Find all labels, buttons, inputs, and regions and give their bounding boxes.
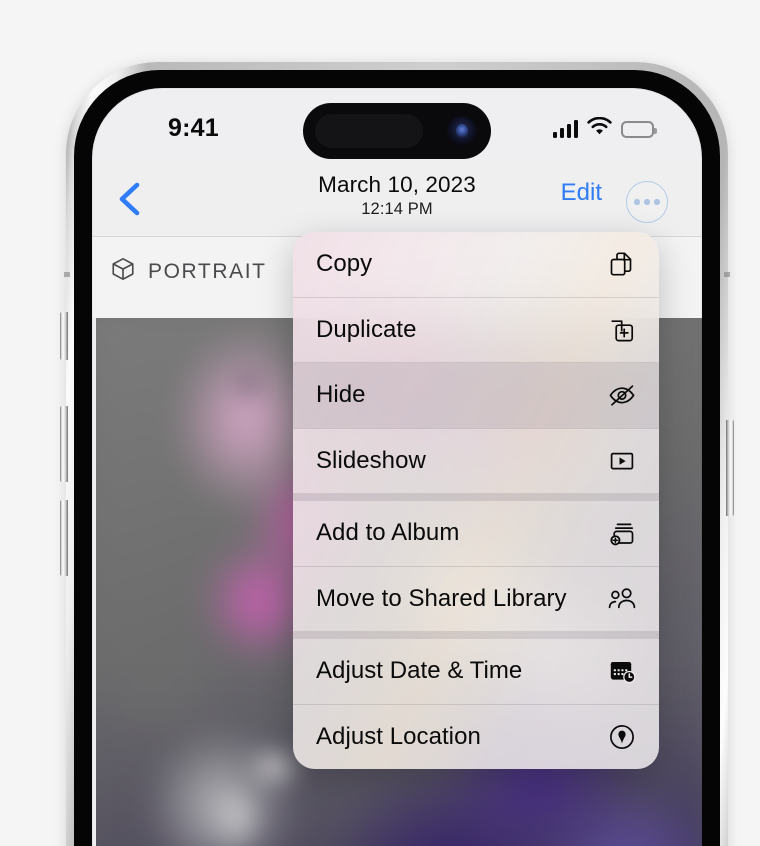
edit-button[interactable]: Edit bbox=[561, 179, 602, 207]
menu-item-add-to-album[interactable]: Add to Album bbox=[293, 501, 659, 566]
antenna-line-left bbox=[64, 272, 70, 277]
menu-item-label: Hide bbox=[316, 381, 366, 409]
action-button[interactable] bbox=[60, 312, 68, 360]
menu-item-label: Adjust Location bbox=[316, 722, 481, 750]
add-to-album-icon bbox=[607, 518, 637, 548]
menu-item-copy[interactable]: Copy bbox=[293, 232, 659, 297]
menu-item-label: Duplicate bbox=[316, 315, 417, 343]
play-rectangle-icon bbox=[607, 446, 637, 476]
menu-item-hide[interactable]: Hide bbox=[293, 363, 659, 428]
status-bar-time: 9:41 bbox=[168, 114, 219, 142]
power-button[interactable] bbox=[726, 420, 734, 516]
two-people-icon bbox=[607, 584, 637, 614]
dot bbox=[644, 199, 650, 205]
volume-down-button[interactable] bbox=[60, 500, 68, 576]
nav-bar: March 10, 2023 12:14 PM Edit bbox=[92, 162, 702, 237]
context-menu[interactable]: Copy Duplicate Hide Slideshow Add to Alb… bbox=[293, 232, 659, 769]
menu-item-label: Add to Album bbox=[316, 519, 460, 547]
front-camera-lens bbox=[447, 116, 477, 146]
back-chevron-icon[interactable] bbox=[112, 180, 146, 218]
wifi-icon bbox=[587, 116, 612, 141]
menu-item-slideshow[interactable]: Slideshow bbox=[293, 429, 659, 494]
status-bar-indicators bbox=[552, 116, 657, 141]
portrait-badge[interactable]: PORTRAIT bbox=[110, 256, 267, 287]
location-pin-circle-icon bbox=[607, 722, 637, 752]
menu-group-separator bbox=[293, 631, 659, 639]
menu-item-duplicate[interactable]: Duplicate bbox=[293, 298, 659, 363]
menu-item-label: Copy bbox=[316, 250, 373, 278]
portrait-badge-label: PORTRAIT bbox=[148, 259, 267, 283]
copy-icon bbox=[607, 249, 637, 279]
duplicate-icon bbox=[607, 315, 637, 345]
calendar-clock-icon bbox=[607, 656, 637, 686]
menu-group-separator bbox=[293, 493, 659, 501]
dot bbox=[634, 199, 640, 205]
screenshot-root: PORTRAIT March 10, 2023 12:14 PM Edit 9:… bbox=[0, 0, 760, 846]
eye-slash-icon bbox=[607, 380, 637, 410]
menu-item-label: Move to Shared Library bbox=[316, 584, 567, 612]
menu-item-move-to-shared-library[interactable]: Move to Shared Library bbox=[293, 567, 659, 632]
volume-up-button[interactable] bbox=[60, 406, 68, 482]
menu-item-adjust-location[interactable]: Adjust Location bbox=[293, 705, 659, 770]
menu-item-label: Adjust Date & Time bbox=[316, 657, 523, 685]
cube-icon bbox=[110, 256, 136, 287]
battery-full-icon bbox=[621, 120, 657, 138]
dot bbox=[654, 199, 660, 205]
dynamic-island[interactable] bbox=[303, 103, 491, 159]
photo-date: March 10, 2023 bbox=[318, 172, 476, 197]
nav-title: March 10, 2023 12:14 PM bbox=[92, 172, 702, 219]
photo-time: 12:14 PM bbox=[361, 200, 433, 218]
menu-item-label: Slideshow bbox=[316, 446, 426, 474]
island-pill bbox=[315, 114, 423, 148]
cellular-bars-icon bbox=[552, 120, 578, 138]
phone-screen: PORTRAIT March 10, 2023 12:14 PM Edit 9:… bbox=[92, 88, 702, 846]
menu-item-adjust-date-time[interactable]: Adjust Date & Time bbox=[293, 639, 659, 704]
more-ellipsis-icon[interactable] bbox=[626, 181, 668, 223]
antenna-line-right bbox=[724, 272, 730, 277]
